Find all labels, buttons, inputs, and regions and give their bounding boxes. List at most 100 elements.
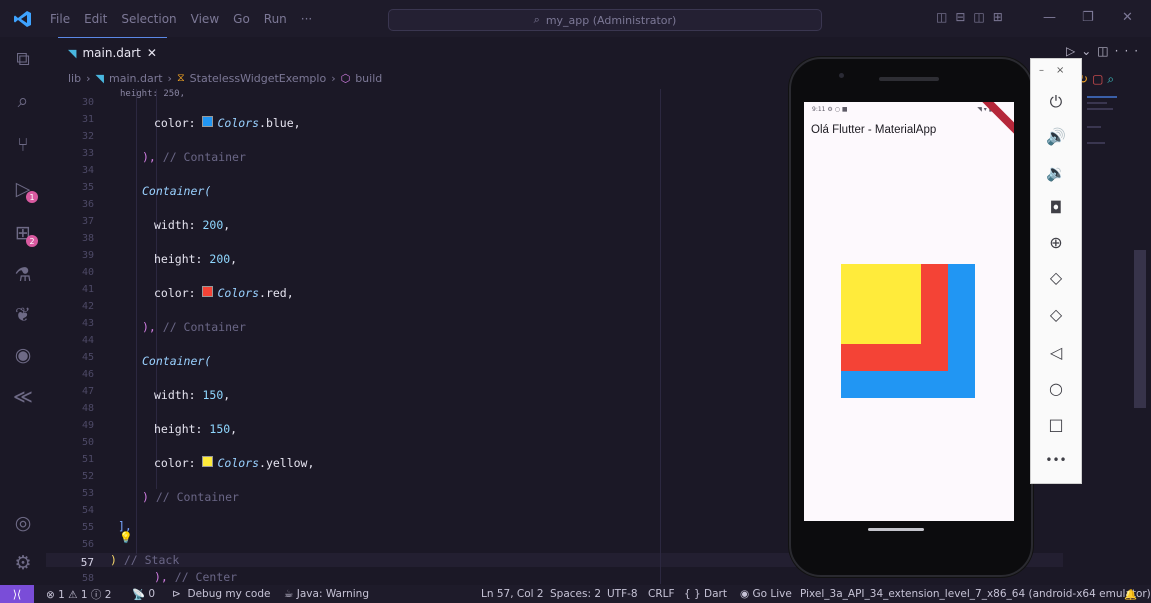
chevron-right-icon: › [86, 71, 91, 85]
flutter-device[interactable]: Pixel_3a_API_34_extension_level_7_x86_64… [800, 585, 1151, 603]
restore-icon[interactable]: ❐ [1082, 10, 1094, 25]
color-swatch-red[interactable] [202, 286, 214, 297]
editor-scrollbar[interactable] [1134, 250, 1146, 408]
line-number: 52 [81, 471, 94, 482]
run-badge: 1 [26, 191, 38, 203]
cursor-position[interactable]: Ln 57, Col 2 [481, 585, 544, 603]
rotate-right-icon[interactable]: ◇ [1031, 299, 1081, 329]
toggle-panel-icon[interactable]: ⊟ [955, 10, 973, 24]
ports-indicator[interactable]: 📡 0 [132, 585, 155, 603]
account-icon[interactable]: ◎ [0, 507, 46, 539]
line-number: 30 [81, 97, 94, 108]
more-icon[interactable]: ••• [1031, 445, 1081, 475]
lightbulb-icon[interactable]: 💡 [119, 531, 133, 544]
line-number: 49 [81, 420, 94, 431]
code-paren: ), [142, 150, 156, 164]
color-swatch-yellow[interactable] [202, 456, 214, 467]
command-center[interactable]: ⌕ my_app (Administrator) [388, 9, 822, 31]
chevron-right-icon: › [331, 71, 336, 85]
broadcast-icon: ◉ [740, 588, 750, 600]
testing-icon[interactable]: ⚗ [0, 259, 46, 291]
indentation[interactable]: Spaces: 2 [550, 585, 601, 603]
run-debug-icon[interactable]: ▷ 1 [0, 173, 46, 205]
tab-close-icon[interactable]: ✕ [147, 46, 157, 60]
mongodb-leaf-icon[interactable]: ❦ [0, 299, 46, 331]
menu-more[interactable]: ··· [301, 12, 312, 26]
remote-indicator-icon[interactable]: ⟩⟨ [0, 585, 34, 603]
minimap[interactable] [1083, 96, 1127, 156]
code-line-33: ), // Container [142, 150, 246, 164]
menu-file[interactable]: File [50, 12, 70, 26]
flutter-icon[interactable]: ≪ [0, 381, 46, 413]
status-bar: ⟩⟨ ⊗ 1 ⚠ 1 ⓘ 2 📡 0 ⊳ Debug my code ☕ Jav… [0, 585, 1151, 603]
minimize-icon[interactable]: — [1043, 10, 1056, 25]
code-punct: , [230, 422, 238, 436]
close-icon[interactable]: × [1056, 65, 1076, 76]
go-live-button[interactable]: ◉ Go Live [740, 585, 792, 603]
chevron-down-icon[interactable]: ⌄ [1081, 44, 1097, 58]
back-icon[interactable]: ◁ [1031, 337, 1081, 367]
line-number: 45 [81, 352, 94, 363]
code-prop: color: [154, 286, 203, 300]
github-icon[interactable]: ◉ [0, 339, 46, 371]
code-line-51: color: Colors.yellow, [154, 456, 314, 470]
java-icon: ☕ [284, 588, 294, 600]
overview-icon[interactable]: □ [1031, 409, 1081, 439]
language-mode[interactable]: { } Dart [684, 585, 727, 603]
rotate-left-icon[interactable]: ◇ [1031, 262, 1081, 292]
debug-button[interactable]: ⊳ Debug my code [172, 585, 270, 603]
code-comment: // Container [148, 490, 239, 504]
volume-down-icon[interactable]: 🔉 [1031, 157, 1081, 187]
menu-edit[interactable]: Edit [84, 12, 107, 26]
minimize-icon[interactable]: – [1039, 65, 1056, 76]
line-number: 51 [81, 454, 94, 465]
phone-screen[interactable]: 9:11 ⚙ ○ ■ ◥ ▾ ▮ Olá Flutter - MaterialA… [804, 102, 1014, 521]
flutter-run-actions: ↻▢⌕ [1078, 72, 1118, 87]
breadcrumb-file[interactable]: main.dart [109, 72, 163, 85]
ruler-line [660, 89, 661, 584]
code-paren: ) [142, 490, 149, 504]
java-status[interactable]: ☕ Java: Warning [284, 585, 369, 603]
menu-run[interactable]: Run [264, 12, 287, 26]
toggle-sidebar-icon[interactable]: ◫ [936, 10, 955, 24]
search-icon[interactable]: ⌕ [0, 85, 46, 117]
home-icon[interactable]: ○ [1031, 373, 1081, 403]
stop-icon[interactable]: ▢ [1092, 72, 1107, 86]
code-prop: width: [154, 218, 203, 232]
code-prop: height: [154, 252, 210, 266]
volume-up-icon[interactable]: 🔊 [1031, 121, 1081, 151]
source-control-icon[interactable]: ⑂ [0, 129, 46, 161]
breadcrumb-lib[interactable]: lib [68, 72, 81, 85]
line-number: 34 [81, 165, 94, 176]
gesture-home-indicator[interactable] [868, 528, 924, 531]
camera-icon[interactable]: ◘ [1031, 192, 1081, 222]
explorer-icon[interactable]: ⧉ [0, 43, 46, 75]
toggle-secondary-sidebar-icon[interactable]: ◫ [973, 10, 992, 24]
menu-view[interactable]: View [191, 12, 219, 26]
more-actions-icon[interactable]: ··· [1115, 44, 1144, 58]
menu-selection[interactable]: Selection [121, 12, 176, 26]
close-window-icon[interactable]: ✕ [1122, 10, 1133, 25]
power-icon[interactable]: ⏻ [1031, 87, 1081, 117]
code-class: Container( [142, 354, 212, 368]
menu-go[interactable]: Go [233, 12, 250, 26]
tab-main-dart[interactable]: ◥ main.dart ✕ [58, 37, 167, 68]
split-editor-icon[interactable]: ◫ [1097, 44, 1114, 58]
extensions-icon[interactable]: ⊞ 2 [0, 217, 46, 249]
settings-gear-icon[interactable]: ⚙ [0, 547, 46, 579]
breadcrumb-class[interactable]: StatelessWidgetExemplo [190, 72, 327, 85]
line-number: 53 [81, 488, 94, 499]
inspector-icon[interactable]: ⌕ [1107, 72, 1118, 86]
color-swatch-blue[interactable] [202, 116, 214, 127]
menu-bar: File Edit Selection View Go Run ··· [50, 0, 312, 37]
end-of-line[interactable]: CRLF [648, 585, 675, 603]
notifications-bell-icon[interactable]: 🔔 [1124, 585, 1137, 603]
problems-indicator[interactable]: ⊗ 1 ⚠ 1 ⓘ 2 [46, 585, 111, 603]
code-class: Colors [217, 116, 260, 130]
breadcrumb-method[interactable]: build [355, 72, 382, 85]
run-icon[interactable]: ▷ [1066, 44, 1081, 58]
zoom-icon[interactable]: ⊕ [1031, 227, 1081, 257]
dart-file-icon: ◥ [95, 71, 104, 85]
encoding[interactable]: UTF-8 [607, 585, 638, 603]
customize-layout-icon[interactable]: ⊞ [993, 10, 1011, 24]
